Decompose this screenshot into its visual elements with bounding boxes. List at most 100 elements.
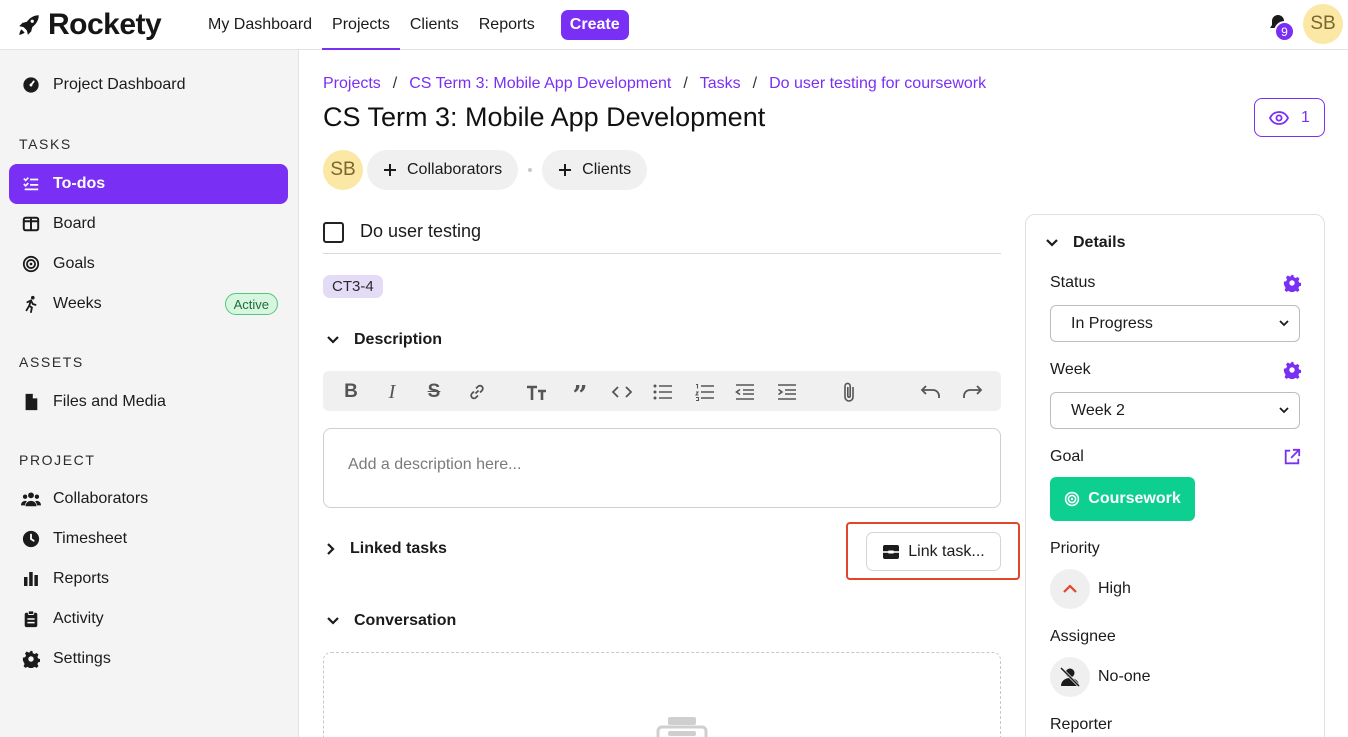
no-user-icon <box>1050 657 1090 697</box>
chevron-down-icon <box>1046 239 1058 247</box>
reporter-label: Reporter <box>1050 716 1113 733</box>
plus-icon <box>384 164 396 176</box>
status-settings-gear-icon[interactable] <box>1283 274 1301 292</box>
priority-label: Priority <box>1050 540 1100 557</box>
assignee-control[interactable]: No-one <box>1050 657 1150 697</box>
eye-icon <box>1269 110 1290 125</box>
priority-control[interactable]: High <box>1050 569 1131 609</box>
chevron-down-icon <box>1279 320 1289 327</box>
week-select[interactable]: Week 2 <box>1050 392 1300 429</box>
assignee-value: No-one <box>1098 668 1151 685</box>
top-bar: Rockety My Dashboard Projects Clients Re… <box>0 0 1348 50</box>
code-icon[interactable] <box>611 381 633 403</box>
main-nav: My Dashboard Projects Clients Reports Cr… <box>198 0 629 50</box>
sidebar: Project Dashboard TASKS To-dos Board Goa… <box>0 50 299 737</box>
description-editor[interactable]: Add a description here... <box>323 428 1001 508</box>
strikethrough-icon[interactable]: S <box>423 381 445 403</box>
conversation-empty-state <box>323 652 1001 737</box>
sidebar-heading-tasks: TASKS <box>19 136 72 152</box>
indent-icon[interactable] <box>776 381 798 403</box>
nav-reports[interactable]: Reports <box>469 0 545 50</box>
goal-value: Coursework <box>1088 490 1181 507</box>
breadcrumb-current-task[interactable]: Do user testing for coursework <box>769 75 986 93</box>
nav-clients[interactable]: Clients <box>400 0 469 50</box>
add-collaborators-button[interactable]: Collaborators <box>367 150 519 190</box>
breadcrumb-tasks[interactable]: Tasks <box>700 75 741 93</box>
quote-icon[interactable]: ” <box>569 381 591 409</box>
clock-icon <box>21 529 41 549</box>
goal-button[interactable]: Coursework <box>1050 477 1195 521</box>
breadcrumb-separator: / <box>683 75 688 92</box>
people-row: SB Collaborators Clients <box>323 150 648 190</box>
details-panel: Details Status In Progress Week Week 2 G… <box>1025 214 1325 737</box>
status-select[interactable]: In Progress <box>1050 305 1300 342</box>
nav-my-dashboard[interactable]: My Dashboard <box>198 0 322 50</box>
undo-icon[interactable] <box>920 381 942 403</box>
bulleted-list-icon[interactable] <box>652 381 674 403</box>
people-icon <box>21 489 41 509</box>
sidebar-item-reports[interactable]: Reports <box>9 559 288 599</box>
linked-tasks-section-toggle[interactable]: Linked tasks <box>326 540 447 558</box>
week-value: Week 2 <box>1071 401 1125 419</box>
sidebar-item-project-dashboard[interactable]: Project Dashboard <box>9 65 288 105</box>
sidebar-item-to-dos[interactable]: To-dos <box>9 164 288 204</box>
status-value: In Progress <box>1071 314 1153 332</box>
sidebar-item-label: Collaborators <box>53 490 149 507</box>
task-name[interactable]: Do user testing <box>360 221 481 242</box>
avatar[interactable]: SB <box>323 150 363 190</box>
add-clients-button[interactable]: Clients <box>542 150 648 190</box>
sidebar-item-settings[interactable]: Settings <box>9 639 288 679</box>
sidebar-item-files-and-media[interactable]: Files and Media <box>9 382 288 422</box>
watchers-button[interactable]: 1 <box>1254 98 1325 137</box>
details-section-toggle[interactable]: Details <box>1045 234 1125 252</box>
task-complete-checkbox[interactable] <box>323 222 344 243</box>
sidebar-item-collaborators[interactable]: Collaborators <box>9 479 288 519</box>
gear-icon <box>21 649 41 669</box>
bold-icon[interactable]: B <box>340 381 362 403</box>
sidebar-item-goals[interactable]: Goals <box>9 244 288 284</box>
breadcrumb: Projects / CS Term 3: Mobile App Develop… <box>323 75 986 93</box>
chevron-down-icon <box>327 617 339 625</box>
link-icon[interactable] <box>466 381 488 403</box>
target-icon <box>1065 491 1080 507</box>
sidebar-item-weeks[interactable]: Weeks Active <box>9 284 288 324</box>
external-link-icon[interactable] <box>1283 448 1301 466</box>
conversation-section-toggle[interactable]: Conversation <box>326 612 456 630</box>
description-placeholder: Add a description here... <box>348 456 522 473</box>
sidebar-item-activity[interactable]: Activity <box>9 599 288 639</box>
nav-projects[interactable]: Projects <box>322 0 400 50</box>
sidebar-heading-assets: ASSETS <box>19 354 84 370</box>
description-section-toggle[interactable]: Description <box>326 331 442 349</box>
sidebar-item-label: Project Dashboard <box>53 76 186 93</box>
redo-icon[interactable] <box>961 381 983 403</box>
sidebar-item-label: Timesheet <box>53 530 128 547</box>
chevron-down-icon <box>1279 407 1289 414</box>
breadcrumb-projects[interactable]: Projects <box>323 75 381 93</box>
user-avatar[interactable]: SB <box>1303 4 1343 44</box>
editor-toolbar: B I S ” <box>323 371 1001 411</box>
text-size-icon[interactable] <box>526 381 548 403</box>
week-settings-gear-icon[interactable] <box>1283 361 1301 379</box>
breadcrumb-separator: / <box>752 75 758 92</box>
app-name: Rockety <box>48 8 162 41</box>
create-button[interactable]: Create <box>560 10 629 40</box>
sidebar-item-label: To-dos <box>53 175 106 192</box>
bar-chart-icon <box>21 569 41 589</box>
sidebar-item-label: Activity <box>53 610 104 627</box>
priority-value: High <box>1098 580 1131 597</box>
task-key-badge: CT3-4 <box>323 275 383 298</box>
sidebar-item-board[interactable]: Board <box>9 204 288 244</box>
numbered-list-icon[interactable] <box>694 381 716 403</box>
chevron-down-icon <box>327 336 339 344</box>
conversation-heading: Conversation <box>354 612 457 629</box>
file-icon <box>21 392 41 412</box>
sidebar-item-label: Settings <box>53 650 111 667</box>
breadcrumb-project[interactable]: CS Term 3: Mobile App Development <box>409 75 671 93</box>
attachment-icon[interactable] <box>838 381 860 403</box>
sidebar-item-timesheet[interactable]: Timesheet <box>9 519 288 559</box>
app-logo[interactable]: Rockety <box>16 8 162 42</box>
link-task-button[interactable]: Link task... <box>866 532 1001 571</box>
priority-high-chevron-icon <box>1050 569 1090 609</box>
italic-icon[interactable]: I <box>381 381 403 403</box>
outdent-icon[interactable] <box>734 381 756 403</box>
